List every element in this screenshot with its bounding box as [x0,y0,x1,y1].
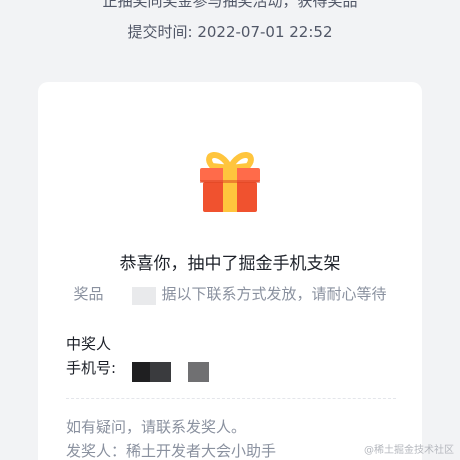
clipped-header-text: 正抽奖同奖金参与抽奖活动，获得奖品 [102,0,358,10]
phone-label: 手机号: [66,359,117,377]
phone-redaction [132,362,150,382]
phone-redaction [188,362,209,382]
watermark: @稀土掘金技术社区 [364,445,454,456]
submit-time: 提交时间: 2022-07-01 22:52 [127,23,333,41]
prize-title: 恭喜你，抽中了掘金手机支架 [119,254,341,274]
gift-icon [200,152,260,212]
winner-label: 中奖人 [66,335,112,353]
prize-card: 恭喜你，抽中了掘金手机支架 奖品 据以下联系方式发放，请耐心等待 中奖人 手机号:… [38,82,422,460]
dashed-divider [66,398,396,399]
contact-note: 如有疑问，请联系发奖人。 [66,418,247,436]
prize-subtitle: 奖品 据以下联系方式发放，请耐心等待 [38,283,422,305]
subtitle-right: 据以下联系方式发放，请耐心等待 [161,285,387,303]
subtitle-left: 奖品 [73,285,104,303]
redaction-mask-grey [132,287,156,305]
issuer-note: 发奖人：稀土开发者大会小助手 [66,442,277,460]
phone-redaction [150,362,171,382]
draw-result-page: 正抽奖同奖金参与抽奖活动，获得奖品 提交时间: 2022-07-01 22:52… [0,0,460,460]
